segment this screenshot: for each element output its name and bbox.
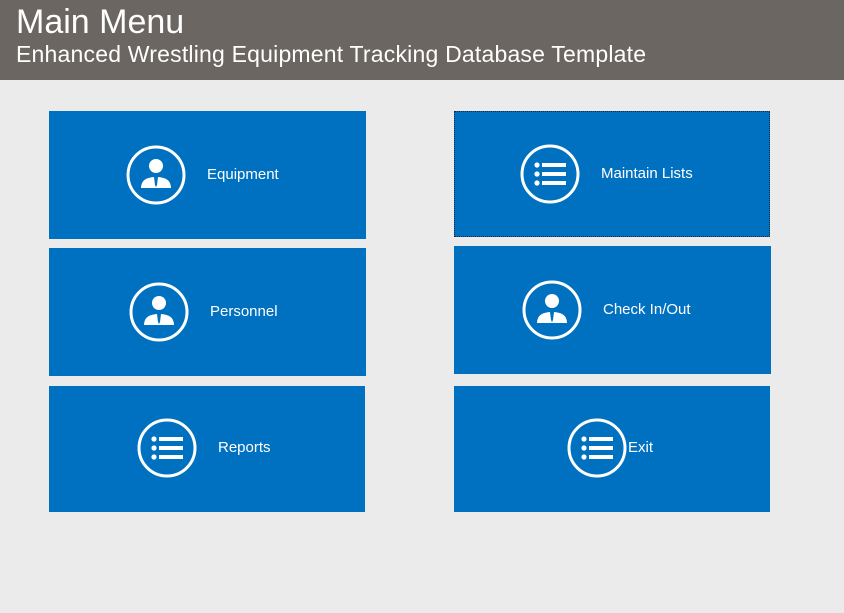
maintain-lists-button[interactable]: Maintain Lists (454, 111, 770, 237)
check-in-out-button[interactable]: Check In/Out (454, 246, 771, 374)
reports-label: Reports (218, 439, 271, 456)
person-icon (126, 145, 186, 205)
title-bar: Main Menu Enhanced Wrestling Equipment T… (0, 0, 844, 80)
exit-button[interactable]: Exit (454, 386, 770, 512)
page-subtitle: Enhanced Wrestling Equipment Tracking Da… (16, 41, 647, 67)
person-icon (129, 282, 189, 342)
personnel-label: Personnel (210, 303, 278, 320)
reports-button[interactable]: Reports (49, 386, 365, 512)
list-icon (137, 418, 197, 478)
equipment-button[interactable]: Equipment (49, 111, 366, 239)
personnel-button[interactable]: Personnel (49, 248, 366, 376)
equipment-label: Equipment (207, 166, 279, 183)
exit-label: Exit (628, 439, 654, 456)
check-in-out-label: Check In/Out (603, 301, 691, 318)
maintain-lists-label: Maintain Lists (601, 165, 693, 182)
list-icon (520, 144, 580, 204)
list-icon (567, 418, 627, 478)
page-title: Main Menu (16, 3, 185, 41)
person-icon (522, 280, 582, 340)
